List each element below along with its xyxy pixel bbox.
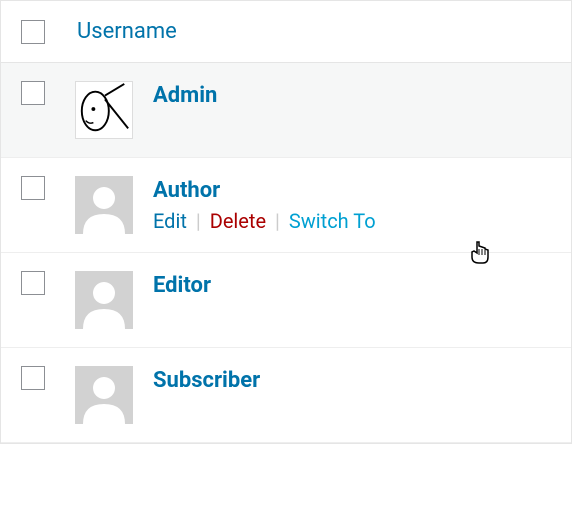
avatar xyxy=(75,366,133,424)
action-separator: | xyxy=(196,209,201,233)
avatar xyxy=(75,176,133,234)
avatar xyxy=(75,271,133,329)
action-separator: | xyxy=(275,209,280,233)
user-info: Subscriber xyxy=(153,366,260,393)
edit-link[interactable]: Edit xyxy=(153,209,187,233)
delete-link[interactable]: Delete xyxy=(210,209,266,233)
username-link[interactable]: Editor xyxy=(153,273,211,298)
users-table: Username Admin Author xyxy=(0,0,572,444)
username-link[interactable]: Author xyxy=(153,178,220,203)
user-info: Editor xyxy=(153,271,211,298)
select-all-checkbox[interactable] xyxy=(21,20,45,44)
username-link[interactable]: Admin xyxy=(153,83,217,108)
avatar-default-icon xyxy=(75,271,133,329)
row-checkbox[interactable] xyxy=(21,176,45,200)
username-link[interactable]: Subscriber xyxy=(153,368,260,393)
table-row: Subscriber xyxy=(1,348,571,443)
row-checkbox[interactable] xyxy=(21,81,45,105)
user-info: Admin xyxy=(153,81,217,108)
table-row: Author Edit | Delete | Switch To xyxy=(1,158,571,253)
user-info: Author Edit | Delete | Switch To xyxy=(153,176,376,233)
table-row: Editor xyxy=(1,253,571,348)
row-actions: Edit | Delete | Switch To xyxy=(153,209,376,233)
column-header-username[interactable]: Username xyxy=(77,19,177,44)
avatar-default-icon xyxy=(75,366,133,424)
switch-to-link[interactable]: Switch To xyxy=(289,209,376,233)
row-checkbox[interactable] xyxy=(21,366,45,390)
row-checkbox[interactable] xyxy=(21,271,45,295)
avatar-custom-icon xyxy=(76,82,132,138)
table-header-row: Username xyxy=(1,1,571,63)
avatar-default-icon xyxy=(75,176,133,234)
avatar xyxy=(75,81,133,139)
table-row: Admin xyxy=(1,63,571,158)
